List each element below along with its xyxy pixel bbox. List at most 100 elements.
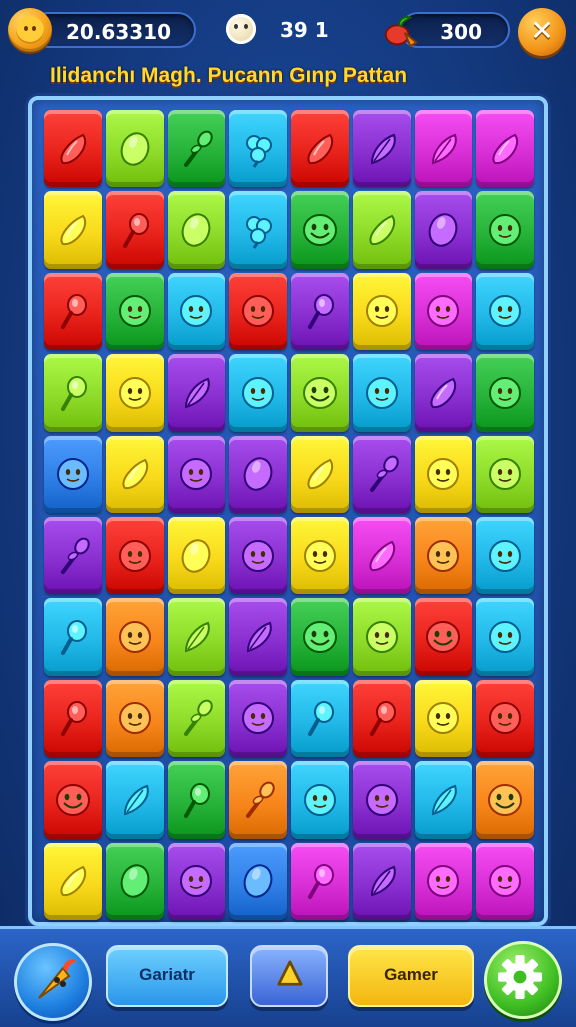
board-tile[interactable] bbox=[476, 272, 534, 351]
tile-grid bbox=[44, 110, 534, 920]
board-tile[interactable] bbox=[414, 761, 473, 839]
board-tile[interactable] bbox=[229, 679, 287, 758]
board-tile[interactable] bbox=[291, 598, 349, 676]
board-tile[interactable] bbox=[229, 517, 287, 595]
board-tile[interactable] bbox=[476, 435, 534, 513]
sprout-candy-icon bbox=[184, 700, 214, 737]
board-tile[interactable] bbox=[352, 517, 411, 595]
board-tile[interactable] bbox=[352, 679, 411, 758]
board-tile[interactable] bbox=[291, 679, 349, 758]
board-tile[interactable] bbox=[44, 191, 102, 269]
board-tile[interactable] bbox=[476, 679, 534, 758]
board-tile[interactable] bbox=[44, 435, 102, 513]
board-tile[interactable] bbox=[229, 761, 287, 839]
leaf-candy-icon bbox=[247, 621, 272, 653]
board-tile[interactable] bbox=[352, 842, 411, 920]
cluster-candy-icon bbox=[246, 134, 273, 168]
board-tile[interactable] bbox=[476, 761, 534, 839]
spoon-candy-icon bbox=[369, 701, 396, 737]
board-tile[interactable] bbox=[229, 842, 287, 920]
board-tile[interactable] bbox=[352, 354, 411, 432]
board-tile[interactable] bbox=[291, 191, 349, 269]
face-candy-icon bbox=[365, 295, 398, 328]
board-tile[interactable] bbox=[44, 517, 102, 595]
board-tile[interactable] bbox=[229, 110, 287, 188]
close-button[interactable]: ✕ bbox=[518, 8, 566, 56]
sprout-candy-icon bbox=[184, 130, 214, 167]
board-tile[interactable] bbox=[105, 110, 164, 188]
board-tile[interactable] bbox=[167, 517, 226, 595]
board-tile[interactable] bbox=[291, 272, 349, 351]
board-tile[interactable] bbox=[105, 761, 164, 839]
bean-candy-icon bbox=[181, 539, 211, 573]
board-tile[interactable] bbox=[414, 598, 473, 676]
board-tile[interactable] bbox=[44, 354, 102, 432]
board-tile[interactable] bbox=[352, 110, 411, 188]
board-tile[interactable] bbox=[414, 679, 473, 758]
board-tile[interactable] bbox=[414, 842, 473, 920]
board-tile[interactable] bbox=[291, 435, 349, 513]
board-tile[interactable] bbox=[229, 435, 287, 513]
board-tile[interactable] bbox=[414, 110, 473, 188]
board-tile[interactable] bbox=[44, 110, 102, 188]
face-candy-icon bbox=[118, 539, 151, 572]
board-tile[interactable] bbox=[105, 598, 164, 676]
board-tile[interactable] bbox=[352, 761, 411, 839]
board-tile[interactable] bbox=[229, 354, 287, 432]
face-candy-icon bbox=[303, 783, 336, 816]
board-tile[interactable] bbox=[105, 354, 164, 432]
board-tile[interactable] bbox=[291, 842, 349, 920]
board-tile[interactable] bbox=[352, 191, 411, 269]
play-button[interactable] bbox=[250, 945, 328, 1007]
board-tile[interactable] bbox=[291, 761, 349, 839]
board-tile[interactable] bbox=[44, 679, 102, 758]
board-tile[interactable] bbox=[105, 842, 164, 920]
board-tile[interactable] bbox=[414, 517, 473, 595]
board-tile[interactable] bbox=[229, 598, 287, 676]
board-tile[interactable] bbox=[352, 598, 411, 676]
board-tile[interactable] bbox=[414, 272, 473, 351]
board-tile[interactable] bbox=[476, 191, 534, 269]
board-tile[interactable] bbox=[167, 354, 226, 432]
board-tile[interactable] bbox=[167, 679, 226, 758]
board-tile[interactable] bbox=[167, 761, 226, 839]
board-tile[interactable] bbox=[167, 842, 226, 920]
board-tile[interactable] bbox=[414, 354, 473, 432]
board-tile[interactable] bbox=[167, 191, 226, 269]
board-tile[interactable] bbox=[44, 272, 102, 351]
board-tile[interactable] bbox=[414, 435, 473, 513]
board-tile[interactable] bbox=[44, 842, 102, 920]
garden-button[interactable]: Gariatr bbox=[106, 945, 228, 1007]
drop-candy-icon bbox=[307, 459, 333, 490]
board-tile[interactable] bbox=[167, 110, 226, 188]
board-tile[interactable] bbox=[476, 598, 534, 676]
board-tile[interactable] bbox=[44, 761, 102, 839]
board-tile[interactable] bbox=[476, 842, 534, 920]
board-tile[interactable] bbox=[291, 517, 349, 595]
board-tile[interactable] bbox=[291, 354, 349, 432]
gamer-button[interactable]: Gamer bbox=[348, 945, 474, 1007]
board-tile[interactable] bbox=[105, 679, 164, 758]
board-tile[interactable] bbox=[291, 110, 349, 188]
settings-button[interactable] bbox=[484, 941, 562, 1019]
board-tile[interactable] bbox=[105, 191, 164, 269]
board-tile[interactable] bbox=[476, 517, 534, 595]
board-tile[interactable] bbox=[44, 598, 102, 676]
smile-candy-icon bbox=[426, 621, 461, 654]
board-tile[interactable] bbox=[167, 435, 226, 513]
spoon-candy-icon bbox=[184, 782, 211, 818]
board-tile[interactable] bbox=[229, 272, 287, 351]
board-tile[interactable] bbox=[167, 272, 226, 351]
board-tile[interactable] bbox=[229, 191, 287, 269]
board-tile[interactable] bbox=[105, 435, 164, 513]
board-tile[interactable] bbox=[352, 435, 411, 513]
board-tile[interactable] bbox=[105, 272, 164, 351]
coin-face-icon[interactable] bbox=[8, 8, 52, 52]
board-tile[interactable] bbox=[105, 517, 164, 595]
board-tile[interactable] bbox=[476, 354, 534, 432]
character-button[interactable] bbox=[14, 943, 92, 1021]
board-tile[interactable] bbox=[352, 272, 411, 351]
board-tile[interactable] bbox=[476, 110, 534, 188]
board-tile[interactable] bbox=[167, 598, 226, 676]
board-tile[interactable] bbox=[414, 191, 473, 269]
